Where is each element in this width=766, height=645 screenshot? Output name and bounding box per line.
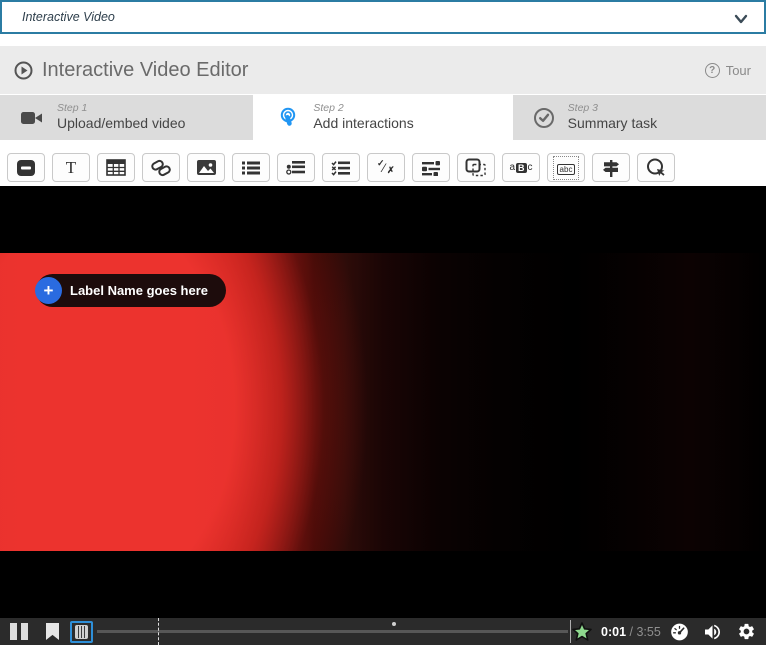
total-duration: 3:55 [636, 625, 660, 639]
text-tool-button[interactable]: T [52, 153, 90, 182]
drag-text-tool-button[interactable]: abc [547, 153, 585, 182]
question-circle-icon: ? [705, 63, 720, 78]
check-circle-icon [533, 107, 555, 129]
multi-choice-tool-button[interactable] [322, 153, 360, 182]
time-separator: / [626, 625, 636, 639]
plus-circle-icon: + [35, 277, 62, 304]
endscreen-star-icon[interactable] [572, 622, 592, 641]
drag-drop-icon [465, 158, 487, 177]
tab-step-number: Step 1 [57, 102, 185, 115]
tab-step-number: Step 2 [313, 102, 413, 115]
link-icon [150, 158, 172, 178]
signpost-icon [601, 158, 621, 178]
fill-blanks-tool-button[interactable] [412, 153, 450, 182]
tab-step-label: Add interactions [313, 115, 413, 133]
true-false-icon: ✓ ⁄ ✗ [376, 159, 396, 177]
image-icon [196, 159, 217, 176]
navigation-hotspot-icon [645, 157, 667, 179]
playback-rate-button[interactable] [669, 622, 690, 642]
bullet-list-icon [241, 160, 261, 176]
quality-settings-button[interactable] [737, 622, 756, 641]
pause-icon [10, 623, 17, 640]
pause-button[interactable] [10, 623, 30, 640]
single-choice-tool-button[interactable] [277, 153, 315, 182]
table-icon [106, 159, 126, 176]
interactive-video-editor-page: Interactive Video Interactive Video Edit… [0, 0, 766, 645]
interaction-toolbar: T [0, 140, 766, 186]
hotspot-tool-button[interactable] [637, 153, 675, 182]
bookmark-marker-line [158, 618, 159, 645]
player-controls: 0:01 / 3:55 [0, 618, 766, 645]
page-title: Interactive Video Editor [42, 59, 248, 82]
video-camera-icon [20, 109, 44, 127]
sliders-icon [421, 160, 441, 176]
play-circle-icon [14, 61, 33, 80]
tab-summary-task[interactable]: Step 3 Summary task [513, 95, 766, 140]
check-list-icon [331, 160, 351, 176]
text-icon: T [66, 158, 76, 178]
mark-words-icon: aBc [509, 162, 532, 173]
interactions-menu-button[interactable] [70, 621, 93, 643]
label-text: Label Name goes here [70, 283, 208, 298]
video-stage: Label Name goes here + [0, 186, 766, 618]
tab-upload-embed-video[interactable]: Step 1 Upload/embed video [0, 95, 253, 140]
label-tool-button[interactable] [7, 153, 45, 182]
bookmark-button[interactable] [46, 623, 59, 640]
library-title: Interactive Video [22, 10, 115, 24]
tab-step-number: Step 3 [568, 102, 657, 115]
step-tabs: Step 1 Upload/embed video Step 2 Add int… [0, 95, 766, 140]
seek-bar[interactable] [97, 630, 568, 633]
library-collapse-bar[interactable]: Interactive Video [0, 0, 766, 34]
label-interaction[interactable]: Label Name goes here + [36, 274, 226, 307]
table-tool-button[interactable] [97, 153, 135, 182]
image-tool-button[interactable] [187, 153, 225, 182]
mark-words-tool-button[interactable]: aBc [502, 153, 540, 182]
statements-tool-button[interactable] [232, 153, 270, 182]
radio-list-icon [286, 160, 306, 176]
tour-label: Tour [726, 63, 751, 78]
label-pill: Label Name goes here [36, 274, 226, 307]
volume-button[interactable] [702, 622, 723, 642]
tour-button[interactable]: ? Tour [705, 46, 751, 94]
true-false-tool-button[interactable]: ✓ ⁄ ✗ [367, 153, 405, 182]
time-display: 0:01 / 3:55 [601, 625, 661, 639]
tap-interaction-icon [276, 106, 300, 130]
tab-add-interactions[interactable]: Step 2 Add interactions [256, 95, 509, 140]
drag-text-icon: abc [553, 156, 580, 180]
current-time: 0:01 [601, 625, 626, 639]
editor-header: Interactive Video Editor ? Tour [0, 46, 766, 94]
drag-drop-tool-button[interactable] [457, 153, 495, 182]
link-tool-button[interactable] [142, 153, 180, 182]
chevron-down-icon[interactable] [732, 10, 750, 28]
label-icon [15, 159, 37, 177]
timeline-end-divider [570, 620, 571, 643]
tab-step-label: Summary task [568, 115, 657, 133]
interactions-menu-icon [75, 625, 88, 639]
crossroads-tool-button[interactable] [592, 153, 630, 182]
tab-step-label: Upload/embed video [57, 115, 185, 133]
interaction-timeline-dot[interactable] [392, 622, 396, 626]
pause-icon [21, 623, 28, 640]
